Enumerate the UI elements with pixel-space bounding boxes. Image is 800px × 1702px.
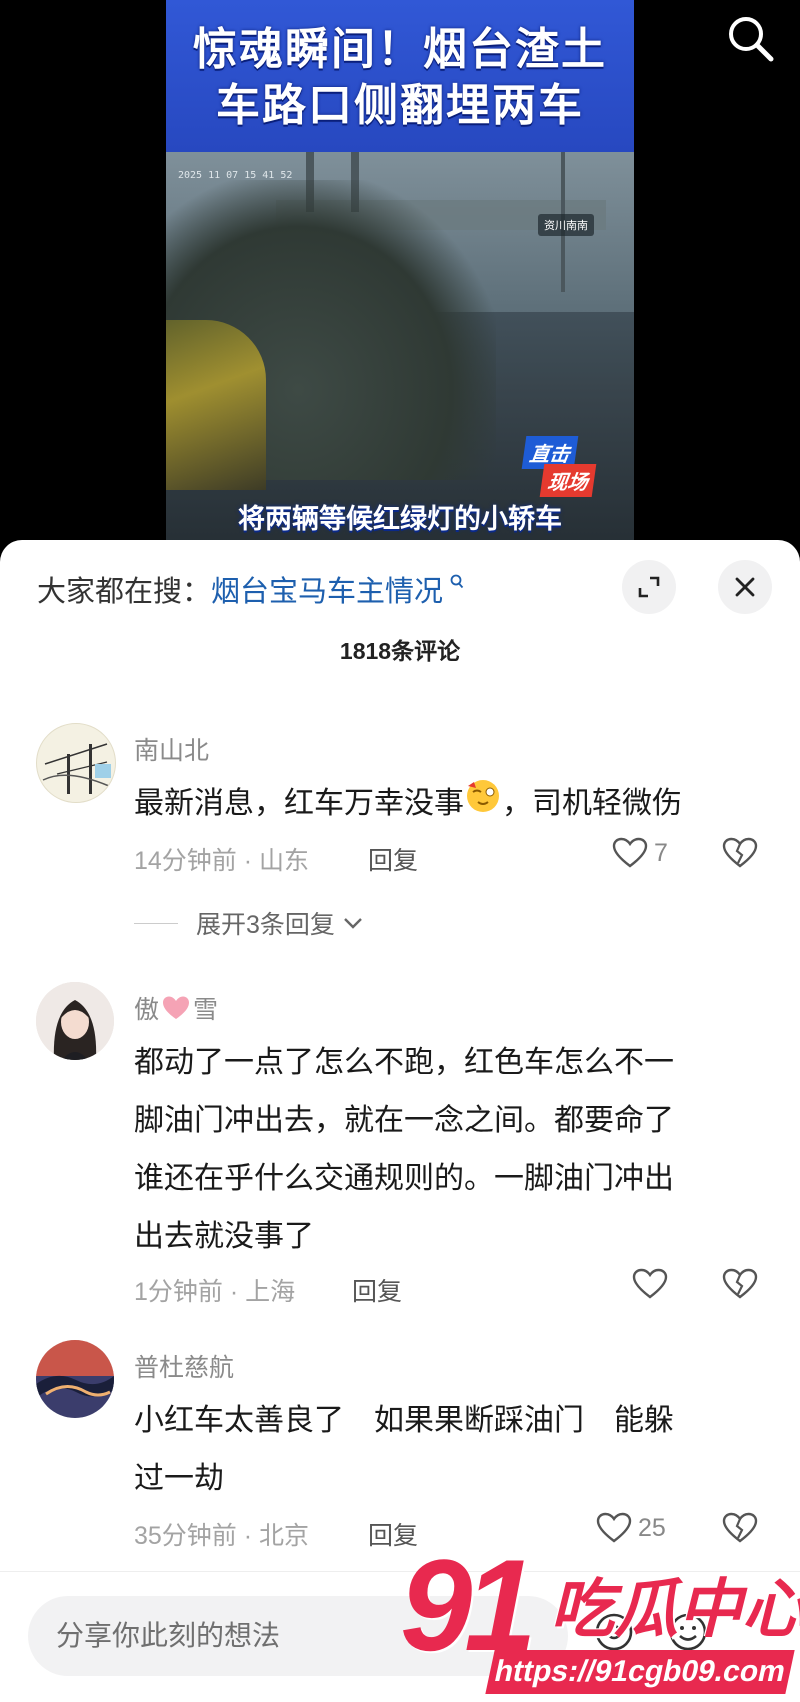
- broken-heart-icon: [722, 1268, 758, 1299]
- comment-text-line: 小红车太善良了 如果果断踩油门 能躲: [134, 1404, 674, 1437]
- video-title-line2: 车路口侧翻埋两车: [216, 81, 584, 130]
- heart-icon: [632, 1268, 668, 1299]
- chevron-down-icon: [344, 918, 362, 929]
- like-button[interactable]: 7: [612, 837, 668, 869]
- comment-text: 小红车太善良了 如果果断踩油门 能躲 过一劫: [134, 1392, 774, 1508]
- watermark-logo: 91 吃瓜中心 https://91cgb09.com: [400, 1540, 800, 1701]
- avatar[interactable]: [36, 723, 116, 803]
- expand-replies-label: 展开3条回复: [196, 911, 335, 939]
- video-player[interactable]: 惊魂瞬间！烟台渣土 车路口侧翻埋两车 2025 11 07 15 41 52 资…: [0, 0, 800, 545]
- watermark-url: https://91cgb09.com: [485, 1650, 795, 1694]
- comment-time-location: 35分钟前 · 北京: [134, 1522, 310, 1550]
- close-icon: [735, 577, 755, 597]
- reply-button[interactable]: 回复: [352, 1272, 402, 1308]
- comment-author-part: 雪: [193, 996, 219, 1024]
- video-title: 惊魂瞬间！烟台渣土 车路口侧翻埋两车: [166, 22, 634, 134]
- reply-button[interactable]: 回复: [368, 841, 418, 877]
- dislike-button[interactable]: [722, 1268, 758, 1305]
- heart-icon: [161, 995, 191, 1021]
- comment-text-line: 脚油门冲出去，就在一念之间。都要命了: [134, 1104, 674, 1137]
- emoji-icon: [464, 776, 502, 834]
- comment-text-line: 都动了一点了怎么不跑，红色车怎么不一: [134, 1046, 674, 1079]
- video-frame[interactable]: 惊魂瞬间！烟台渣土 车路口侧翻埋两车 2025 11 07 15 41 52 资…: [166, 0, 634, 545]
- expand-replies-button[interactable]: 展开3条回复: [134, 905, 365, 941]
- comment-sheet: 大家都在搜：烟台宝马车主情况 1818条评论 南山北 最新消息，红车万幸没事 ，…: [0, 540, 800, 1701]
- broken-heart-icon: [722, 837, 758, 868]
- search-small-icon: [445, 574, 464, 594]
- expand-button[interactable]: [622, 560, 676, 614]
- comment-item: 普杜慈航 小红车太善良了 如果果断踩油门 能躲 过一劫 35分钟前 · 北京 回…: [0, 1340, 800, 1550]
- comment-author[interactable]: 傲 雪: [134, 990, 218, 1026]
- hot-search-label: 大家都在搜：: [37, 576, 212, 608]
- video-road-sign: 资川南南: [538, 214, 594, 236]
- like-button[interactable]: [632, 1268, 674, 1300]
- comment-text-line: 出去就没事了: [134, 1220, 314, 1253]
- divider: [134, 922, 178, 924]
- live-badge: 直击 现场: [521, 436, 608, 497]
- video-scene-car: [166, 320, 266, 490]
- comment-text: 都动了一点了怎么不跑，红色车怎么不一 脚油门冲出去，就在一念之间。都要命了 谁还…: [134, 1034, 774, 1266]
- comment-count: 1818条评论: [339, 638, 461, 664]
- comment-author-part: 傲: [134, 996, 160, 1024]
- comment-author[interactable]: 南山北: [134, 731, 209, 767]
- heart-icon: [612, 837, 648, 868]
- video-title-line1: 惊魂瞬间！烟台渣土: [193, 25, 607, 74]
- like-count: 7: [654, 838, 668, 867]
- comment-item: 傲 雪 都动了一点了怎么不跑，红色车怎么不一 脚油门冲出去，就在一念之间。都要命…: [0, 982, 800, 1306]
- hot-search-keyword[interactable]: 烟台宝马车主情况: [211, 576, 443, 608]
- like-count: 25: [638, 1513, 666, 1542]
- avatar[interactable]: [36, 982, 114, 1060]
- hot-search-bar[interactable]: 大家都在搜：烟台宝马车主情况: [37, 568, 464, 610]
- watermark-text: 吃瓜中心: [550, 1573, 800, 1645]
- avatar[interactable]: [36, 1340, 114, 1418]
- comment-text-part: ，司机轻微伤: [502, 787, 682, 820]
- comment-text-part: 最新消息，红车万幸没事: [134, 787, 464, 820]
- close-button[interactable]: [718, 560, 772, 614]
- comment-time-location: 14分钟前 · 山东: [134, 847, 310, 875]
- expand-icon: [638, 576, 660, 598]
- comment-text-line: 谁还在乎什么交通规则的。一脚油门冲出: [134, 1162, 674, 1195]
- comment-item: 南山北 最新消息，红车万幸没事 ，司机轻微伤 14分钟前 · 山东 回复 7 展…: [0, 723, 800, 939]
- comment-text: 最新消息，红车万幸没事 ，司机轻微伤: [134, 775, 774, 834]
- comment-text-line: 过一劫: [134, 1462, 224, 1495]
- video-subtitle: 将两辆等候红绿灯的小轿车: [238, 504, 562, 534]
- search-icon[interactable]: [726, 14, 776, 64]
- comment-author[interactable]: 普杜慈航: [134, 1348, 234, 1384]
- live-badge-bottom: 现场: [539, 464, 597, 497]
- video-timestamp: 2025 11 07 15 41 52: [178, 170, 293, 181]
- comment-time-location: 1分钟前 · 上海: [134, 1278, 296, 1306]
- dislike-button[interactable]: [722, 837, 758, 874]
